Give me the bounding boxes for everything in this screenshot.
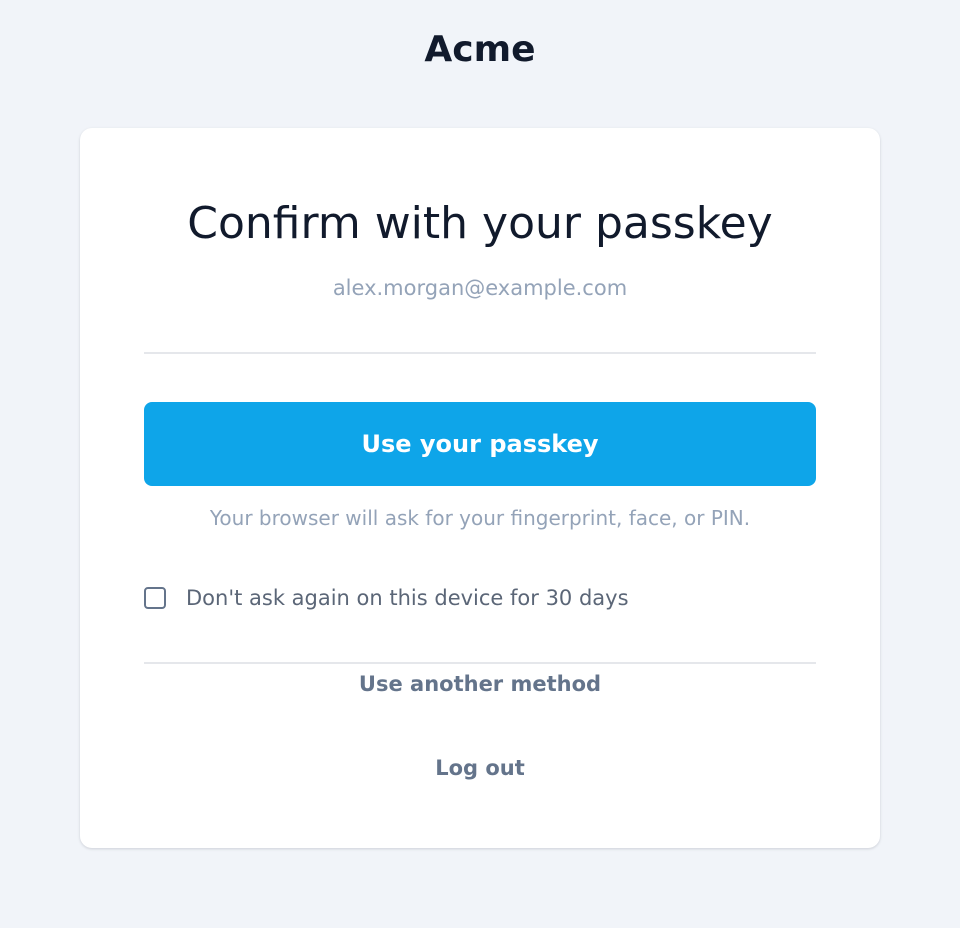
- use-passkey-button[interactable]: Use your passkey: [144, 402, 816, 486]
- remember-device-label: Don't ask again on this device for 30 da…: [186, 586, 629, 610]
- logout-link[interactable]: Log out: [80, 753, 880, 783]
- divider-bottom: [144, 662, 816, 664]
- remember-device-checkbox[interactable]: [144, 587, 166, 609]
- divider-top: [144, 352, 816, 354]
- passkey-card: Confirm with your passkey alex.morgan@ex…: [80, 128, 880, 848]
- passkey-hint: Your browser will ask for your fingerpri…: [209, 506, 751, 530]
- account-email: alex.morgan@example.com: [332, 276, 628, 300]
- remember-device-option[interactable]: Don't ask again on this device for 30 da…: [144, 583, 629, 613]
- brand-logo-text: Acme: [424, 29, 536, 70]
- use-another-method-link[interactable]: Use another method: [80, 669, 880, 699]
- page-title: Confirm with your passkey: [187, 198, 773, 249]
